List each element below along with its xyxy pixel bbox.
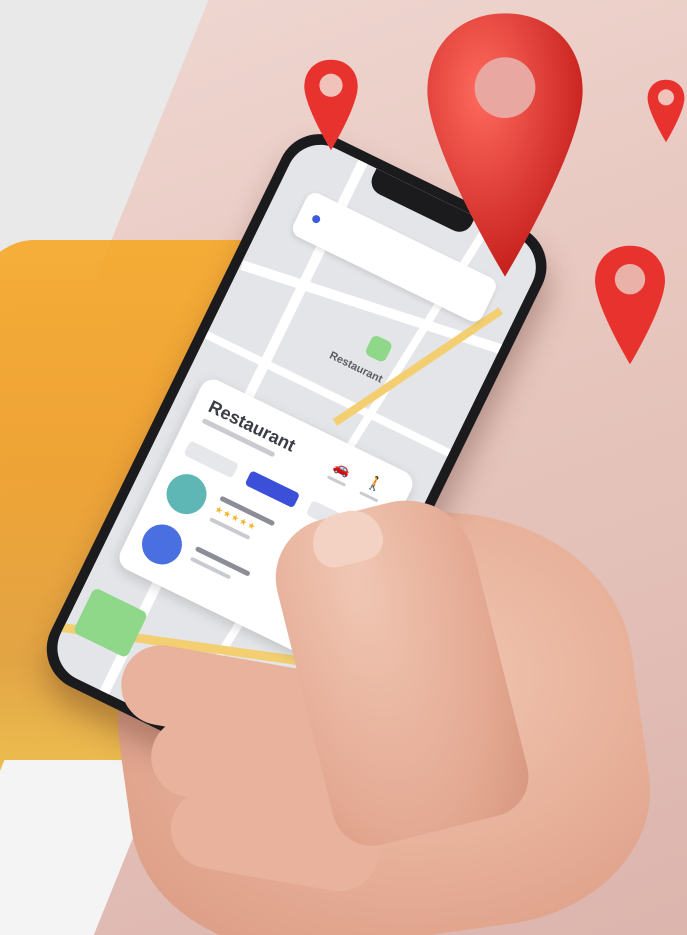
walk-icon[interactable]: 🚶 xyxy=(356,471,390,504)
map-park xyxy=(364,333,394,364)
car-icon[interactable]: 🚗 xyxy=(324,455,358,488)
map-park xyxy=(72,587,149,659)
photo-scene: Restaurant Restaurant 🚗 🚶 ★★★★★ xyxy=(0,0,687,935)
avatar xyxy=(135,517,189,572)
location-pin-icon xyxy=(592,244,668,366)
filter-chip-active[interactable] xyxy=(244,470,301,509)
avatar xyxy=(159,467,214,521)
location-pin-icon xyxy=(302,56,360,154)
location-pin-icon xyxy=(646,76,686,146)
location-pin-icon xyxy=(420,10,590,280)
location-dot-icon xyxy=(310,213,322,225)
filter-chip[interactable] xyxy=(183,440,239,479)
grey-graphic-panel xyxy=(0,0,225,280)
